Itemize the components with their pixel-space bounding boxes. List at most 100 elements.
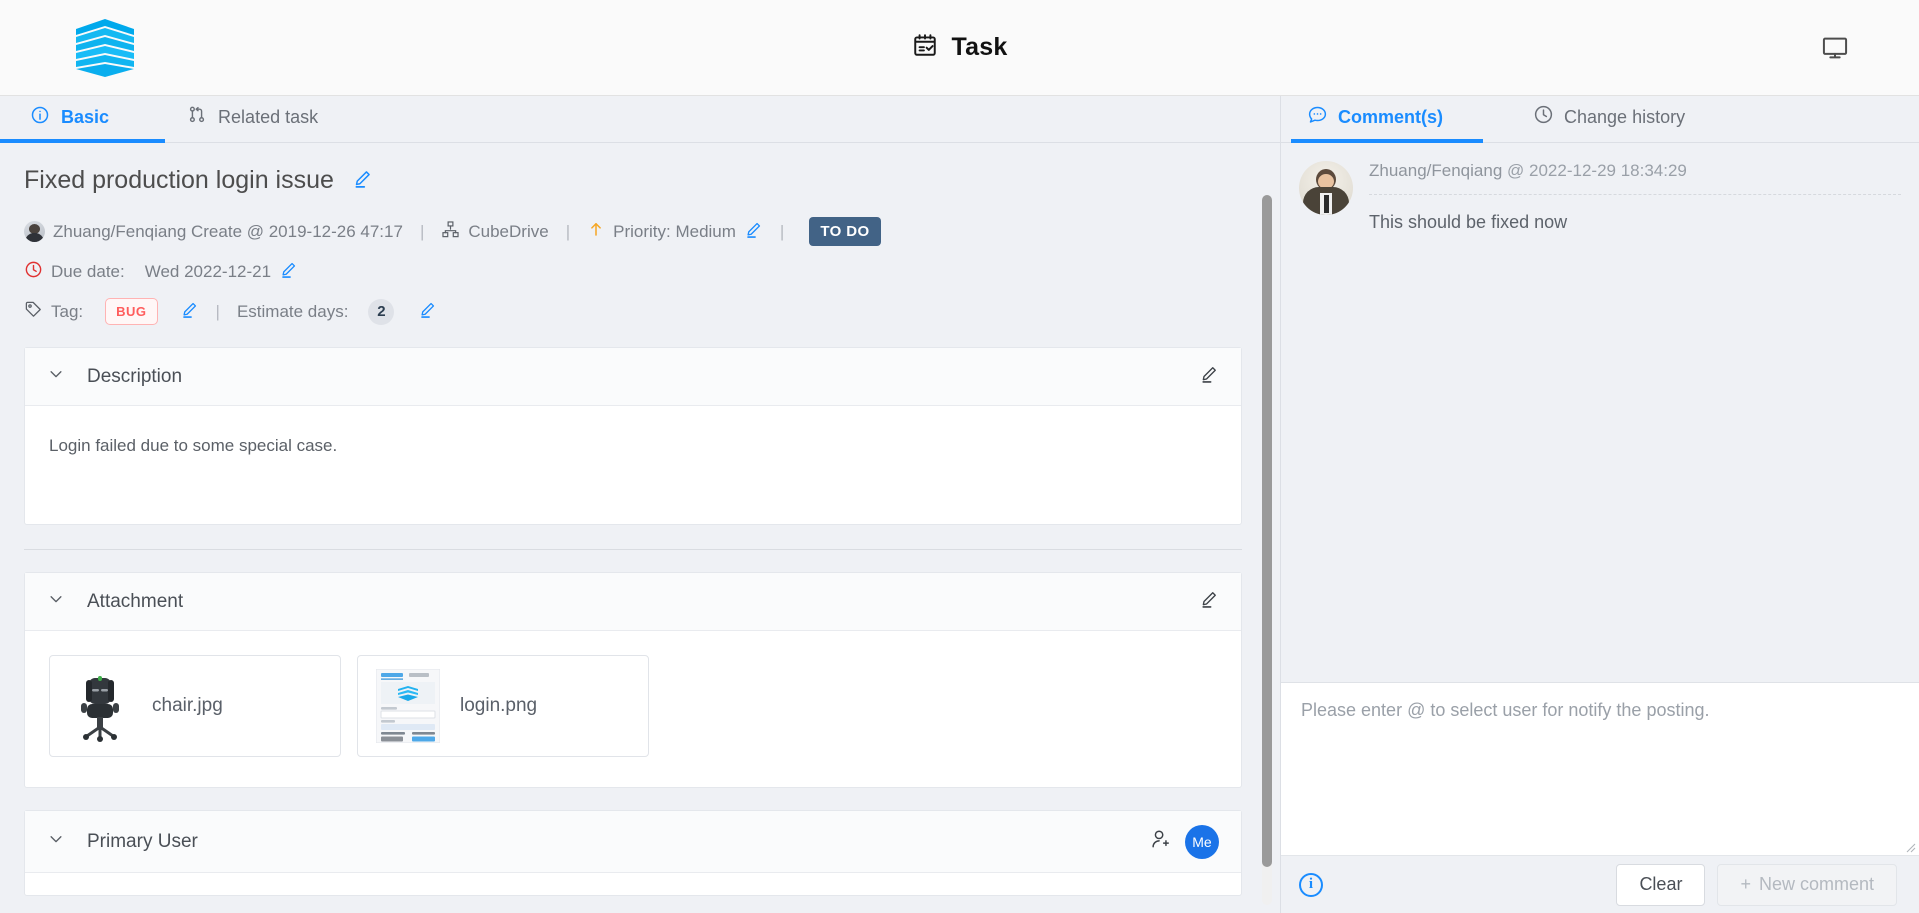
primary-user-card-header[interactable]: Primary User Me	[25, 811, 1241, 873]
comment-item: Zhuang/Fenqiang @ 2022-12-29 18:34:29 Th…	[1281, 143, 1919, 255]
priority-text: Priority: Medium	[613, 221, 736, 241]
edit-attachment-pencil-icon[interactable]	[1199, 589, 1219, 614]
attachment-card-body: chair.jpg login.png	[25, 631, 1241, 787]
attachment-title: Attachment	[87, 590, 184, 612]
edit-estimate-pencil-icon[interactable]	[418, 300, 437, 324]
due-date-label: Due date:	[51, 262, 125, 281]
comment-meta: Zhuang/Fenqiang @ 2022-12-29 18:34:29	[1369, 161, 1901, 194]
attachment-card: Attachment chair.jpg login.png	[24, 572, 1242, 788]
edit-description-pencil-icon[interactable]	[1199, 364, 1219, 389]
left-scrollbar-thumb[interactable]	[1262, 195, 1272, 867]
meta-separator-1: |	[419, 221, 425, 241]
tab-change-history-label: Change history	[1564, 106, 1686, 127]
office-chair-thumbnail	[66, 670, 134, 742]
primary-user-card-body	[25, 873, 1241, 895]
page-title-text: Task	[951, 33, 1008, 61]
primary-user-avatar-me[interactable]: Me	[1185, 824, 1219, 859]
status-badge[interactable]: TO DO	[809, 217, 881, 246]
new-comment-button-label: New comment	[1758, 874, 1874, 894]
tag-icon	[24, 300, 43, 324]
tab-basic[interactable]: Basic	[0, 105, 166, 143]
clock-icon	[1533, 104, 1554, 130]
description-card-header[interactable]: Description	[25, 348, 1241, 406]
main-content: Basic Related task Fixed production logi…	[0, 96, 1919, 913]
task-title: Fixed production login issue	[24, 166, 334, 194]
add-user-icon[interactable]	[1149, 828, 1171, 855]
task-meta-tag-row: Tag: BUG | Estimate days: 2	[24, 298, 1242, 325]
meta-separator-2: |	[565, 221, 571, 241]
tag-chip-bug[interactable]: BUG	[105, 298, 158, 325]
task-creator-text: Zhuang/Fenqiang Create @ 2019-12-26 47:1…	[53, 221, 403, 241]
login-screen-thumbnail	[374, 669, 442, 743]
clear-button[interactable]: Clear	[1616, 863, 1706, 906]
comment-at-symbol: @	[1507, 161, 1525, 180]
primary-user-title: Primary User	[87, 830, 198, 852]
tab-comments[interactable]: Comment(s)	[1291, 104, 1484, 143]
attachment-filename: login.png	[460, 695, 538, 716]
task-meta-creator-row: Zhuang/Fenqiang Create @ 2019-12-26 47:1…	[24, 217, 1242, 246]
new-comment-button[interactable]: + New comment	[1717, 863, 1897, 906]
attachment-card-header[interactable]: Attachment	[25, 573, 1241, 631]
composer-action-bar: i Clear + New comment	[1281, 855, 1919, 913]
tag-label: Tag:	[51, 301, 84, 321]
section-divider	[24, 549, 1242, 550]
monitor-icon[interactable]	[1813, 26, 1857, 70]
attachment-item[interactable]: login.png	[357, 655, 649, 757]
primary-user-card: Primary User Me	[24, 810, 1242, 896]
right-tabbar: Comment(s) Change history	[1281, 96, 1919, 143]
edit-tag-pencil-icon[interactable]	[180, 300, 199, 324]
comment-timestamp: 2022-12-29 18:34:29	[1529, 161, 1687, 180]
chevron-down-icon[interactable]	[47, 830, 65, 853]
priority-arrow-icon	[587, 220, 605, 243]
tab-comments-label: Comment(s)	[1338, 106, 1444, 127]
chevron-down-icon[interactable]	[47, 365, 65, 388]
comment-icon	[1307, 104, 1328, 130]
clear-button-label: Clear	[1639, 874, 1683, 894]
info-circle-icon	[30, 105, 50, 130]
page-title: Task	[0, 0, 1919, 95]
comment-list-spacer	[1281, 255, 1919, 682]
clock-due-icon	[24, 260, 43, 284]
calendar-check-icon	[912, 32, 938, 63]
comment-composer[interactable]: Please enter @ to select user for notify…	[1281, 682, 1919, 855]
primary-user-actions: Me	[1149, 824, 1219, 859]
meta-separator-3: |	[779, 221, 785, 241]
tab-change-history[interactable]: Change history	[1517, 104, 1701, 142]
tab-related-task[interactable]: Related task	[165, 105, 340, 142]
comment-input-placeholder[interactable]: Please enter @ to select user for notify…	[1301, 700, 1899, 721]
avatar	[24, 221, 45, 242]
chevron-down-icon[interactable]	[47, 590, 65, 613]
task-title-row: Fixed production login issue	[24, 143, 1242, 195]
comment-author: Zhuang/Fenqiang	[1369, 161, 1503, 180]
meta-separator-4: |	[215, 301, 220, 321]
estimate-days-label: Estimate days:	[236, 301, 349, 321]
resize-handle-icon[interactable]	[1904, 840, 1916, 853]
due-date-value: Wed 2022-12-21	[144, 262, 272, 281]
attachment-item[interactable]: chair.jpg	[49, 655, 341, 757]
app-header: Task	[0, 0, 1919, 96]
project-name: CubeDrive	[468, 221, 549, 241]
left-scrollbar-track[interactable]	[1262, 195, 1272, 905]
estimate-days-value: 2	[368, 298, 395, 325]
cubedrive-logo-icon[interactable]	[72, 15, 138, 81]
plus-icon: +	[1740, 874, 1751, 894]
left-tabbar: Basic Related task	[0, 96, 1280, 143]
comment-text: This should be fixed now	[1369, 212, 1568, 232]
left-scroll-area: Fixed production login issue Zhuang/Fenq…	[0, 143, 1280, 913]
info-circle-icon[interactable]: i	[1299, 872, 1323, 897]
attachment-list: chair.jpg login.png	[49, 651, 1217, 763]
edit-title-pencil-icon[interactable]	[352, 168, 373, 194]
edit-due-date-pencil-icon[interactable]	[279, 260, 298, 284]
right-panel: Comment(s) Change history Zhuang/Fenqian…	[1280, 96, 1919, 913]
attachment-filename: chair.jpg	[152, 695, 223, 716]
comment-list: Zhuang/Fenqiang @ 2022-12-29 18:34:29 Th…	[1281, 143, 1919, 255]
description-card: Description Login failed due to some spe…	[24, 347, 1242, 525]
edit-priority-pencil-icon[interactable]	[744, 220, 763, 244]
task-meta-due-row: Due date: Wed 2022-12-21	[24, 260, 1242, 284]
left-panel: Basic Related task Fixed production logi…	[0, 96, 1280, 913]
branch-icon	[187, 105, 207, 130]
description-text: Login failed due to some special case.	[49, 436, 338, 455]
description-card-body: Login failed due to some special case.	[25, 406, 1241, 524]
project-icon	[441, 220, 460, 244]
description-title: Description	[87, 365, 183, 387]
